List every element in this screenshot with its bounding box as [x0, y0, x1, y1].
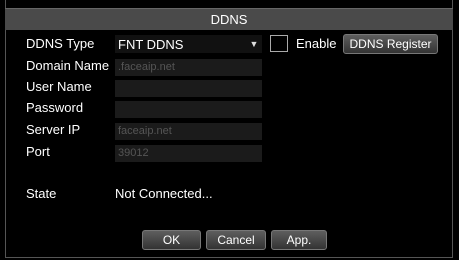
password-label: Password [26, 100, 84, 115]
state-value: Not Connected... [115, 186, 213, 201]
enable-checkbox[interactable] [270, 35, 288, 52]
domain-name-value: .faceaip.net [118, 61, 175, 73]
dialog-title: DDNS [210, 12, 248, 27]
state-label: State [26, 186, 57, 201]
ddns-type-select[interactable]: FNT DDNS ▼ [115, 35, 262, 53]
port-field[interactable]: 39012 [115, 145, 262, 162]
ddns-register-button[interactable]: DDNS Register [343, 34, 438, 54]
ddns-dialog: DDNS DDNS Type FNT DDNS ▼ Enable DDNS Re… [0, 0, 459, 260]
apply-button[interactable]: App. [271, 230, 327, 250]
ddns-type-label: DDNS Type [26, 36, 95, 51]
user-name-field[interactable] [115, 80, 262, 97]
dialog-titlebar: DDNS [5, 8, 453, 30]
server-ip-value: faceaip.net [118, 125, 172, 137]
ok-button[interactable]: OK [142, 230, 201, 250]
port-label: Port [26, 144, 50, 159]
server-ip-field[interactable]: faceaip.net [115, 123, 262, 140]
server-ip-label: Server IP [26, 122, 81, 137]
user-name-label: User Name [26, 79, 92, 94]
cancel-button[interactable]: Cancel [206, 230, 266, 250]
chevron-down-icon: ▼ [249, 39, 259, 49]
password-field[interactable] [115, 101, 262, 118]
enable-label: Enable [296, 36, 337, 51]
port-value: 39012 [118, 147, 149, 159]
domain-name-field[interactable]: .faceaip.net [115, 59, 262, 76]
ddns-type-value: FNT DDNS [118, 37, 184, 52]
domain-name-label: Domain Name [26, 58, 110, 73]
